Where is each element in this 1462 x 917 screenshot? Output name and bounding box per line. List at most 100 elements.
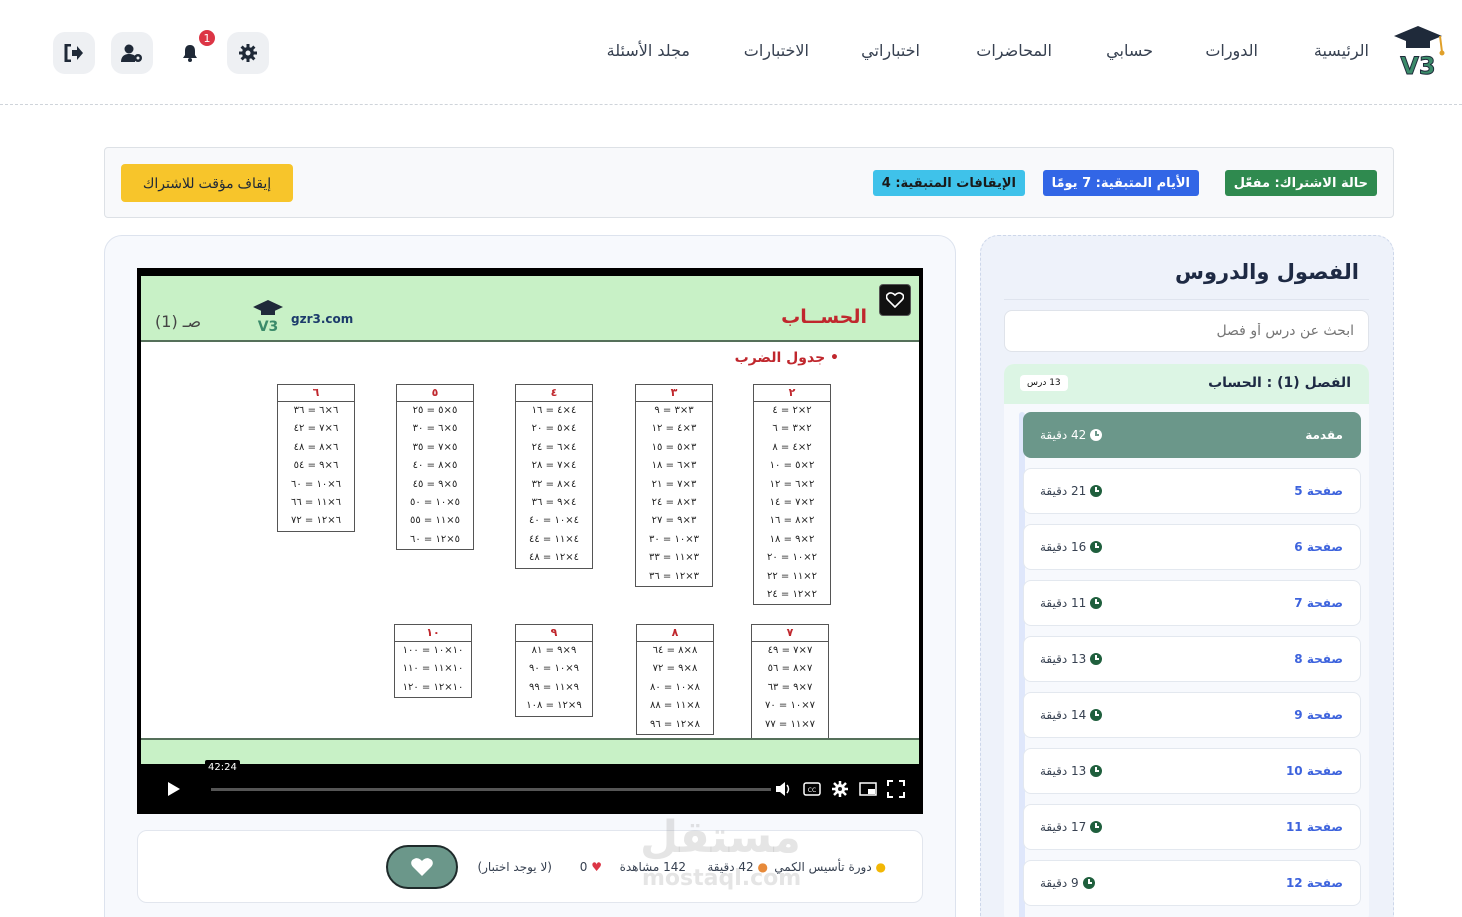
multiplication-table: ٥ ٥×٥ = ٢٥ ٥×٦ = ٣٠ ٥×٧ = ٣٥ ٥×٨ = ٤٠ ٥×٩ = ٤… (396, 384, 474, 551)
slide-title: الحســاب (781, 306, 867, 328)
nav-courses[interactable]: الدورات (1205, 41, 1258, 60)
lesson-item[interactable]: مقدمة 42 دقيقة (1023, 412, 1361, 458)
lesson-title: صفحة 10 (1285, 764, 1343, 778)
table-row: ٣×١٠ = ٣٠ (648, 533, 699, 545)
nav-lectures[interactable]: المحاضرات (976, 41, 1052, 60)
multiplication-table: ٧ ٧×٧ = ٤٩ ٧×٨ = ٥٦ ٧×٩ = ٦٣ ٧×١٠ = ٧٠ ٧×١١ =… (751, 624, 829, 754)
account-settings-button[interactable] (111, 32, 153, 74)
lesson-item[interactable]: صفحة 7 11 دقيقة (1023, 580, 1361, 626)
like-button[interactable] (386, 845, 458, 889)
multiplication-table: ٦ ٦×٦ = ٣٦ ٦×٧ = ٤٢ ٦×٨ = ٤٨ ٦×٩ = ٥٤ ٦×١٠ = … (277, 384, 355, 532)
heart-outline-icon (886, 292, 904, 308)
table-header: ٣ (636, 385, 712, 402)
table-row: ٣×١٢ = ٣٦ (648, 570, 699, 582)
lesson-info-bar: ● دورة تأسيس الكمي ● 42 دقيقة 142 مشاهدة… (137, 830, 923, 903)
table-row: ٩×١١ = ٩٩ (528, 681, 579, 693)
table-row: ٨×١٢ = ٩٦ (649, 718, 700, 730)
logout-button[interactable] (53, 32, 95, 74)
site-logo[interactable]: V3 (1388, 22, 1448, 82)
progress-bar[interactable] (211, 788, 771, 791)
course-icon: ● (875, 860, 886, 874)
days-left-badge: الأيام المتبقية: 7 يومًا (1042, 170, 1199, 196)
chapter-header[interactable]: الفصل (1) : الحساب 13 درس (1004, 364, 1369, 404)
table-row: ٢×٢ = ٤ (772, 405, 812, 416)
table-row: ٥×١١ = ٥٥ (409, 515, 460, 527)
table-row: ٨×١٠ = ٨٠ (649, 681, 700, 693)
table-row: ٤×٤ = ١٦ (531, 405, 577, 416)
play-icon (168, 782, 180, 796)
table-row: ٤×١٢ = ٤٨ (528, 552, 579, 564)
table-row: ٩×٩ = ٨١ (531, 645, 577, 656)
lesson-title: مقدمة (1305, 428, 1343, 442)
table-row: ٢×٣ = ٦ (772, 423, 812, 435)
lesson-duration: 17 دقيقة (1040, 820, 1103, 834)
settings-button[interactable] (227, 32, 269, 74)
table-row: ٤×٦ = ٢٤ (531, 441, 577, 453)
top-header: V3 الرئيسية الدورات حسابي المحاضرات اختب… (0, 0, 1462, 105)
table-row: ٧×١١ = ٧٧ (764, 718, 815, 730)
lesson-title: صفحة 7 (1294, 596, 1343, 610)
pip-icon[interactable] (859, 780, 877, 798)
table-row: ٨×٨ = ٦٤ (652, 645, 698, 656)
video-player[interactable]: الحســاب صـ (1) V3 gzr3.com • جدول الضرب… (137, 268, 923, 814)
table-row: ٣×٩ = ٢٧ (651, 515, 697, 527)
nav-my-account[interactable]: حسابي (1106, 41, 1153, 60)
table-row: ٥×٨ = ٤٠ (412, 460, 458, 472)
captions-icon[interactable]: CC (803, 780, 821, 798)
lesson-item[interactable]: صفحة 11 17 دقيقة (1023, 804, 1361, 850)
table-row: ٧×٧ = ٤٩ (767, 645, 813, 656)
table-row: ٨×١١ = ٨٨ (649, 700, 700, 712)
table-header: ٨ (637, 625, 713, 642)
table-row: ٥×٦ = ٣٠ (412, 423, 458, 435)
lesson-duration: 9 دقيقة (1040, 876, 1095, 890)
table-row: ٣×٧ = ٢١ (651, 478, 697, 490)
lesson-item[interactable]: صفحة 9 14 دقيقة (1023, 692, 1361, 738)
clock-icon (1090, 821, 1103, 833)
lesson-item[interactable]: صفحة 8 13 دقيقة (1023, 636, 1361, 682)
sidebar-divider (1004, 299, 1369, 300)
lesson-item[interactable]: صفحة 6 16 دقيقة (1023, 524, 1361, 570)
table-row: ٢×٤ = ٨ (772, 441, 812, 453)
nav-home[interactable]: الرئيسية (1314, 41, 1369, 60)
play-button[interactable] (145, 774, 201, 804)
multiplication-table: ٩ ٩×٩ = ٨١ ٩×١٠ = ٩٠ ٩×١١ = ٩٩ ٩×١٢ = ١٠٨ (515, 624, 593, 717)
clock-icon (1090, 765, 1103, 777)
lesson-title: صفحة 8 (1294, 652, 1343, 666)
sign-out-icon (64, 44, 83, 62)
favorite-button[interactable] (879, 284, 911, 316)
lesson-duration: 11 دقيقة (1040, 596, 1103, 610)
nav-my-exams[interactable]: اختباراتي (861, 41, 920, 60)
lesson-search-input[interactable] (1004, 310, 1369, 352)
settings-icon[interactable] (831, 780, 849, 798)
lesson-duration: 14 دقيقة (1040, 708, 1103, 722)
lesson-duration: 13 دقيقة (1040, 764, 1103, 778)
table-row: ٥×٧ = ٣٥ (412, 441, 458, 453)
table-row: ٦×٧ = ٤٢ (293, 423, 339, 435)
lesson-item[interactable]: صفحة 12 9 دقيقة (1023, 860, 1361, 906)
multiplication-table: ٤ ٤×٤ = ١٦ ٤×٥ = ٢٠ ٤×٦ = ٢٤ ٤×٧ = ٢٨ ٤×٨ = ٣… (515, 384, 593, 569)
volume-icon[interactable] (775, 780, 793, 798)
table-row: ٧×١٠ = ٧٠ (764, 700, 815, 712)
table-row: ٢×٨ = ١٦ (769, 515, 815, 527)
multiplication-table: ٢ ٢×٢ = ٤ ٢×٣ = ٦ ٢×٤ = ٨ ٢×٥ = ١٠ ٢×٦ = ١٢ ٢×… (753, 384, 831, 606)
table-row: ٦×٨ = ٤٨ (293, 441, 339, 453)
table-header: ٩ (516, 625, 592, 642)
slide-site: gzr3.com (291, 312, 354, 326)
table-row: ٤×٧ = ٢٨ (531, 460, 577, 472)
lesson-item[interactable]: صفحة 5 21 دقيقة (1023, 468, 1361, 514)
lesson-duration: 42 دقيقة (1040, 428, 1103, 442)
slide-logo-text: V3 (258, 319, 279, 334)
notifications-button[interactable]: 1 (169, 28, 217, 74)
watermark-latin: mostaql.com (642, 866, 802, 891)
nav-question-bank[interactable]: مجلد الأسئلة (607, 41, 690, 60)
pause-subscription-button[interactable]: إيقاف مؤقت للاشتراك (121, 164, 293, 202)
table-row: ٦×٦ = ٣٦ (293, 405, 339, 416)
table-row: ٣×٦ = ١٨ (651, 460, 697, 472)
subscription-bar: حالة الاشتراك: مفعّل الأيام المتبقية: 7 … (104, 147, 1394, 218)
table-header: ٤ (516, 385, 592, 402)
nav-exams[interactable]: الاختبارات (744, 41, 809, 60)
lesson-item[interactable]: صفحة 10 13 دقيقة (1023, 748, 1361, 794)
slide-logo-icon: V3 (253, 300, 283, 334)
table-row: ٢×٥ = ١٠ (769, 460, 815, 472)
fullscreen-icon[interactable] (887, 780, 905, 798)
